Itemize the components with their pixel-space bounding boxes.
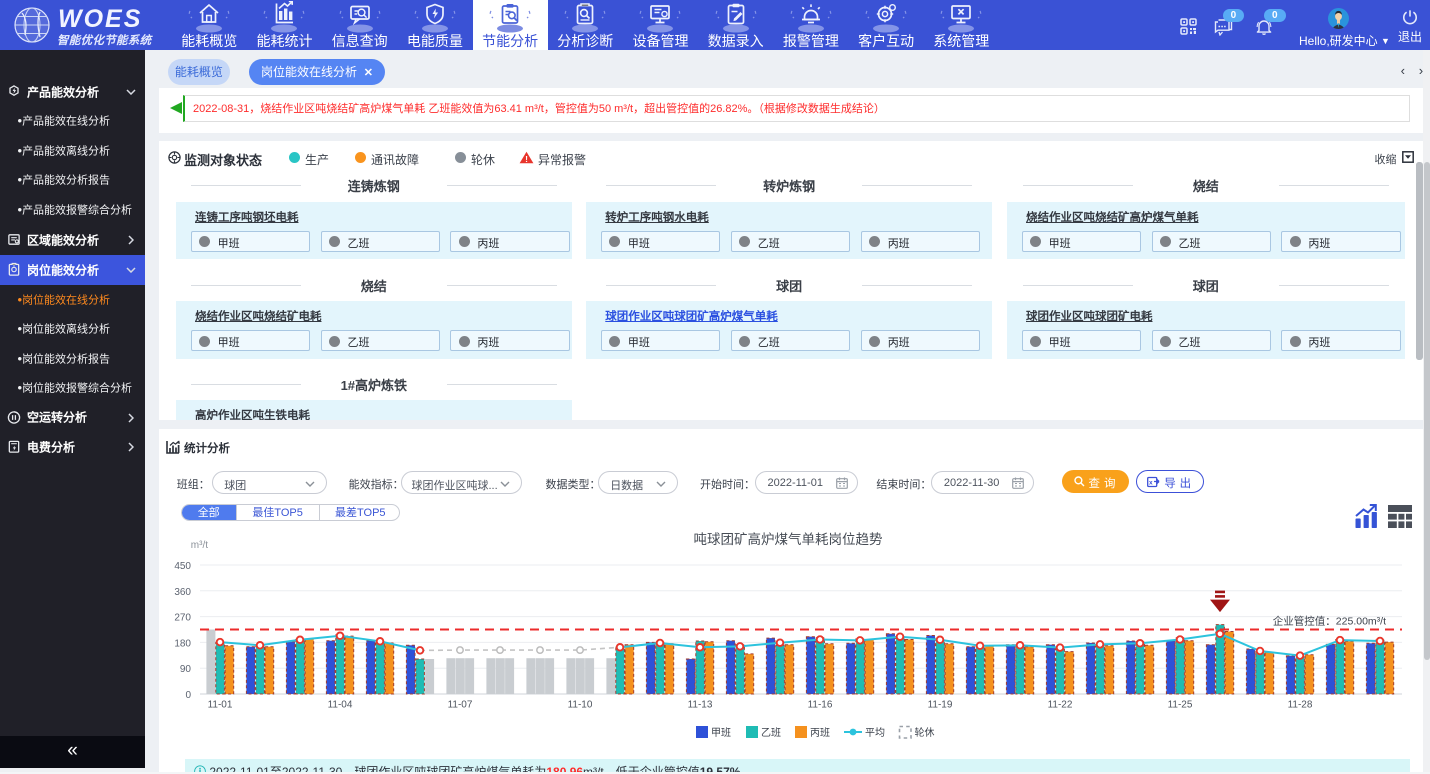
svg-text:11-10: 11-10 [568, 700, 593, 711]
svg-text:11-04: 11-04 [328, 700, 353, 711]
svg-text:轮休: 轮休 [915, 726, 935, 739]
svg-text:270: 270 [174, 613, 191, 624]
svg-text:x: x [1149, 479, 1153, 486]
svg-text:m³/t: m³/t [191, 540, 208, 551]
svg-text:11-16: 11-16 [808, 700, 833, 711]
svg-text:平均: 平均 [865, 727, 885, 739]
svg-text:吨球团矿高炉煤气单耗岗位趋势: 吨球团矿高炉煤气单耗岗位趋势 [694, 531, 883, 547]
svg-text:11-07: 11-07 [448, 700, 473, 711]
svg-text:90: 90 [180, 664, 192, 675]
svg-text:0: 0 [185, 690, 191, 701]
svg-text:11-13: 11-13 [688, 700, 713, 711]
svg-text:甲班: 甲班 [711, 727, 731, 739]
svg-text:11-28: 11-28 [1288, 700, 1313, 711]
svg-text:360: 360 [174, 587, 191, 598]
svg-text:11-22: 11-22 [1048, 700, 1073, 711]
svg-text:乙班: 乙班 [761, 727, 781, 739]
svg-text:企业管控值：225.00m³/t: 企业管控值：225.00m³/t [1273, 615, 1386, 628]
svg-text:11-01: 11-01 [208, 700, 233, 711]
svg-text:丙班: 丙班 [810, 727, 830, 739]
svg-text:180: 180 [174, 638, 191, 649]
svg-text:11-25: 11-25 [1168, 700, 1193, 711]
svg-text:450: 450 [174, 561, 191, 572]
svg-text:11-19: 11-19 [928, 700, 953, 711]
